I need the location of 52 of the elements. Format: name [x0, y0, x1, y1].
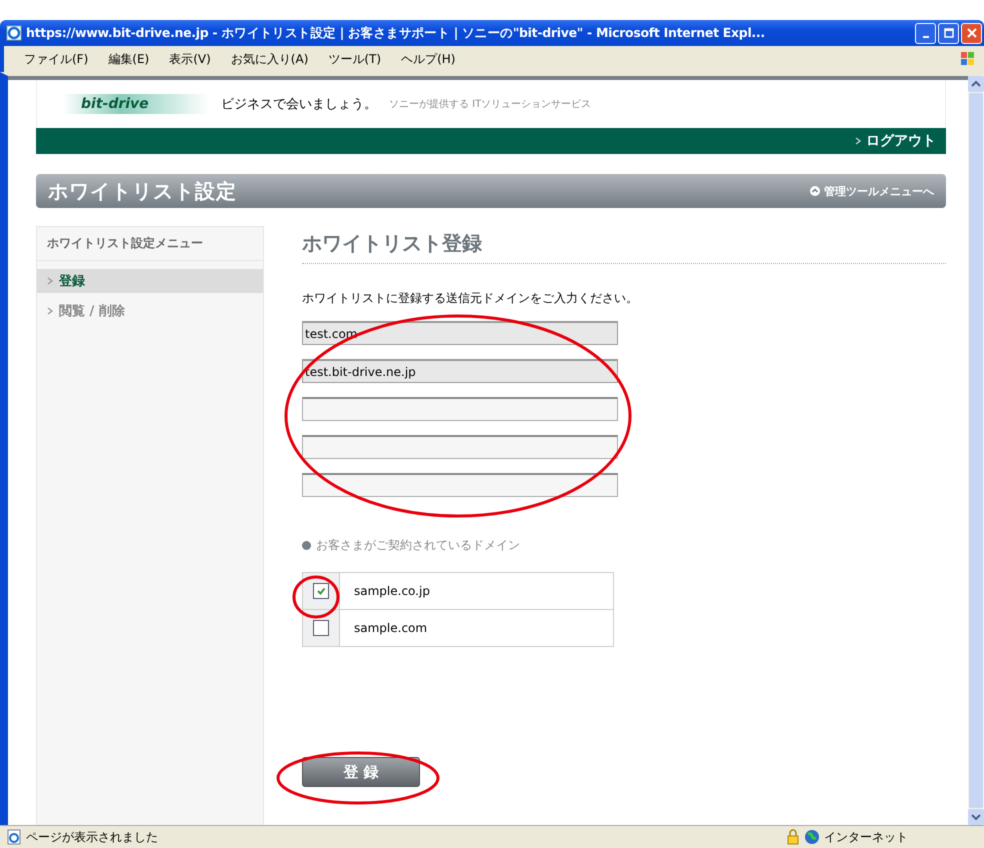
maximize-icon — [944, 28, 954, 38]
lock-icon — [786, 829, 800, 845]
menu-item[interactable]: 表示(V) — [169, 50, 211, 68]
window-title: https://www.bit-drive.ne.jp - ホワイトリスト設定 | お客さまサポート | ソニーの"bit-drive" - Microsoft Internet Expl... — [26, 24, 766, 42]
annotation-circle — [292, 576, 340, 618]
menu-item[interactable]: ファイル(F) — [24, 50, 88, 68]
scrollbar-thumb[interactable] — [969, 93, 983, 808]
security-zone-text: インターネット — [824, 828, 908, 846]
chevron-icon — [47, 307, 53, 315]
section-heading: ホワイトリスト登録 — [302, 230, 946, 264]
page-title: ホワイトリスト設定 — [48, 178, 237, 204]
close-icon — [966, 28, 976, 38]
sidebar-item-label: 登録 — [59, 273, 85, 290]
menu-item[interactable]: ツール(T) — [328, 50, 382, 68]
chevron-icon — [855, 137, 861, 145]
logo[interactable]: bit-drive — [63, 94, 209, 114]
browser-icon — [6, 25, 22, 41]
domain-input-field[interactable]: test.com — [302, 321, 618, 345]
scrollbar[interactable] — [968, 76, 984, 825]
bullet-icon — [302, 541, 311, 550]
close-button[interactable] — [961, 22, 982, 44]
domain-input-field[interactable] — [302, 473, 618, 497]
table-cell-text: sample.com — [353, 620, 428, 637]
instruction-text: ホワイトリストに登録する送信元ドメインをご入力ください。 — [302, 290, 638, 307]
checkmark-icon — [316, 586, 326, 596]
sidebar-item-label: 閲覧 / 削除 — [59, 303, 125, 320]
menu-item[interactable]: 編集(E) — [108, 50, 150, 68]
sidebar-item[interactable]: 登録 — [37, 269, 263, 293]
domain-input-field[interactable] — [302, 435, 618, 459]
checkbox[interactable] — [313, 620, 329, 636]
tagline: ビジネスで会いましょう。 — [221, 96, 377, 113]
contracted-domains-label: お客さまがご契約されているドメイン — [316, 537, 520, 554]
register-button[interactable]: 登 録 — [302, 757, 420, 787]
arrow-circle-icon — [810, 186, 820, 196]
table-cell-text: sample.co.jp — [353, 583, 430, 600]
domain-input-field[interactable]: test.bit-drive.ne.jp — [302, 359, 618, 383]
logout-link[interactable]: ログアウト — [866, 132, 936, 150]
page-icon — [6, 829, 22, 845]
maximize-button[interactable] — [938, 22, 959, 44]
checkbox[interactable] — [313, 583, 329, 599]
globe-icon — [804, 829, 820, 845]
domain-input-field[interactable] — [302, 397, 618, 421]
scroll-up-icon[interactable] — [968, 76, 984, 92]
subtagline: ソニーが提供する ITソリューションサービス — [389, 98, 592, 111]
status-text: ページが表示されました — [26, 828, 158, 846]
menu-item[interactable]: お気に入り(A) — [230, 50, 308, 68]
chevron-icon — [47, 277, 53, 285]
menu-item[interactable]: ヘルプ(H) — [401, 50, 456, 68]
minimize-button[interactable] — [915, 22, 936, 44]
scroll-down-icon[interactable] — [968, 809, 984, 825]
sidebar-title: ホワイトリスト設定メニュー — [37, 227, 263, 261]
minimize-icon — [922, 36, 928, 38]
